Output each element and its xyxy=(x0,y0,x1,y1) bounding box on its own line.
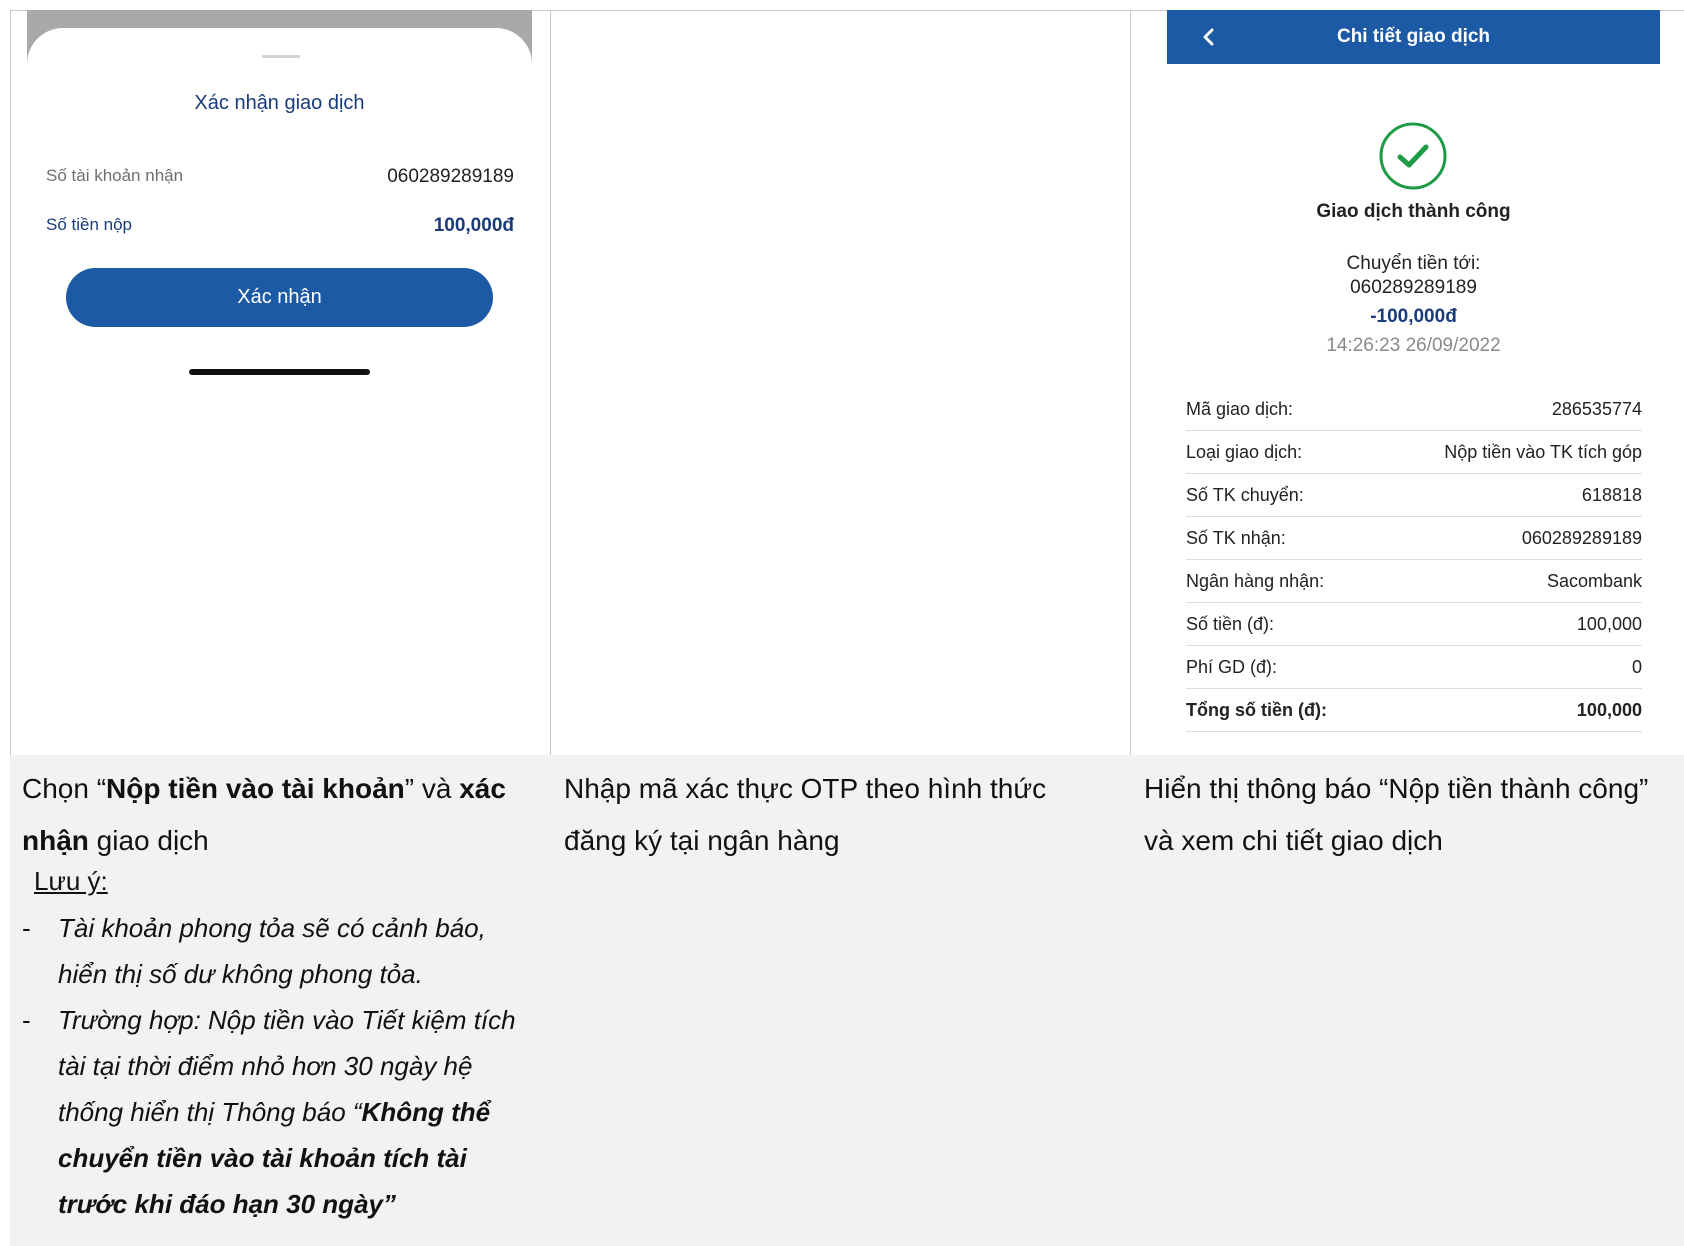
detail-row-label: Loại giao dịch: xyxy=(1186,441,1303,462)
detail-row-label: Mã giao dịch: xyxy=(1186,398,1294,419)
note-item: - Tài khoản phong tỏa sẽ có cảnh báo, hiể… xyxy=(22,905,542,997)
detail-row: Ngân hàng nhận: Sacombank xyxy=(1186,560,1642,603)
step3-description: Hiển thị thông báo “Nộp tiền thành công”… xyxy=(1144,773,1649,856)
detail-title: Chi tiết giao dịch xyxy=(1336,26,1491,47)
confirm-title: Xác nhận giao dịch xyxy=(194,92,365,114)
receiver-account-value: 060289289189 xyxy=(387,166,514,187)
detail-row-value: 618818 xyxy=(1581,484,1642,505)
detail-row-value: 060289289189 xyxy=(1521,527,1642,548)
note-item: - Trường hợp: Nộp tiền vào Tiết kiệm tích… xyxy=(22,997,542,1227)
back-chevron-icon[interactable] xyxy=(1195,23,1223,51)
transaction-datetime: 14:26:23 26/09/2022 xyxy=(1326,335,1501,356)
note-text: Tài khoản phong tỏa sẽ có cảnh báo, hiển… xyxy=(58,913,486,989)
detail-row-label: Số TK nhận: xyxy=(1186,527,1286,548)
detail-header: Chi tiết giao dịch xyxy=(1167,10,1660,64)
detail-row-label: Tổng số tiền (đ): xyxy=(1186,699,1327,720)
step1-text: ” và xyxy=(404,773,460,804)
note-bullet: - xyxy=(22,913,31,943)
detail-row: Số TK nhận: 060289289189 xyxy=(1186,517,1642,560)
note-bullet: - xyxy=(22,1005,31,1035)
step1-text: Chọn “ xyxy=(22,773,107,804)
step1-description: Chọn “Nộp tiền vào tài khoản” và xác nhậ… xyxy=(22,763,542,867)
sheet-grabber[interactable] xyxy=(262,55,300,58)
detail-row-value: 286535774 xyxy=(1551,398,1642,419)
success-check-icon xyxy=(1379,122,1447,190)
detail-row: Số TK chuyển: 618818 xyxy=(1186,474,1642,517)
detail-row: Loại giao dịch: Nộp tiền vào TK tích góp xyxy=(1186,431,1642,474)
detail-row-label: Ngân hàng nhận: xyxy=(1186,570,1325,591)
detail-row: Phí GD (đ): 0 xyxy=(1186,646,1642,689)
transaction-amount: -100,000đ xyxy=(1370,306,1457,327)
detail-row-total: Tổng số tiền (đ): 100,000 xyxy=(1186,689,1642,732)
note-list: - Tài khoản phong tỏa sẽ có cảnh báo, hiể… xyxy=(22,905,542,1227)
detail-row-label: Phí GD (đ): xyxy=(1186,656,1278,677)
transfer-to-label: Chuyển tiền tới: xyxy=(1346,253,1481,274)
detail-row-label: Số tiền (đ): xyxy=(1186,613,1275,634)
detail-row-value: Sacombank xyxy=(1546,570,1642,591)
detail-row-value: 100,000 xyxy=(1576,699,1642,720)
detail-row-value: 100,000 xyxy=(1576,613,1642,634)
detail-row-label: Số TK chuyển: xyxy=(1186,484,1304,505)
success-status: Giao dịch thành công xyxy=(1316,201,1511,222)
transfer-to-account: 060289289189 xyxy=(1350,277,1477,298)
note-title: Lưu ý: xyxy=(34,866,108,896)
receiver-account-label: Số tài khoản nhận xyxy=(46,166,184,185)
detail-row: Số tiền (đ): 100,000 xyxy=(1186,603,1642,646)
step1-text: giao dịch xyxy=(88,825,209,856)
step2-description: Nhập mã xác thực OTP theo hình thức đăng… xyxy=(564,773,1047,856)
deposit-amount-value: 100,000đ xyxy=(433,215,514,236)
confirm-button[interactable]: Xác nhận xyxy=(66,268,493,327)
detail-row-value: Nộp tiền vào TK tích góp xyxy=(1444,441,1642,462)
detail-row-value: 0 xyxy=(1631,656,1642,677)
detail-row: Mã giao dịch: 286535774 xyxy=(1186,388,1642,431)
home-indicator xyxy=(189,369,370,375)
step1-bold-option: Nộp tiền vào tài khoản xyxy=(106,773,405,804)
deposit-amount-label: Số tiền nộp xyxy=(46,215,133,234)
